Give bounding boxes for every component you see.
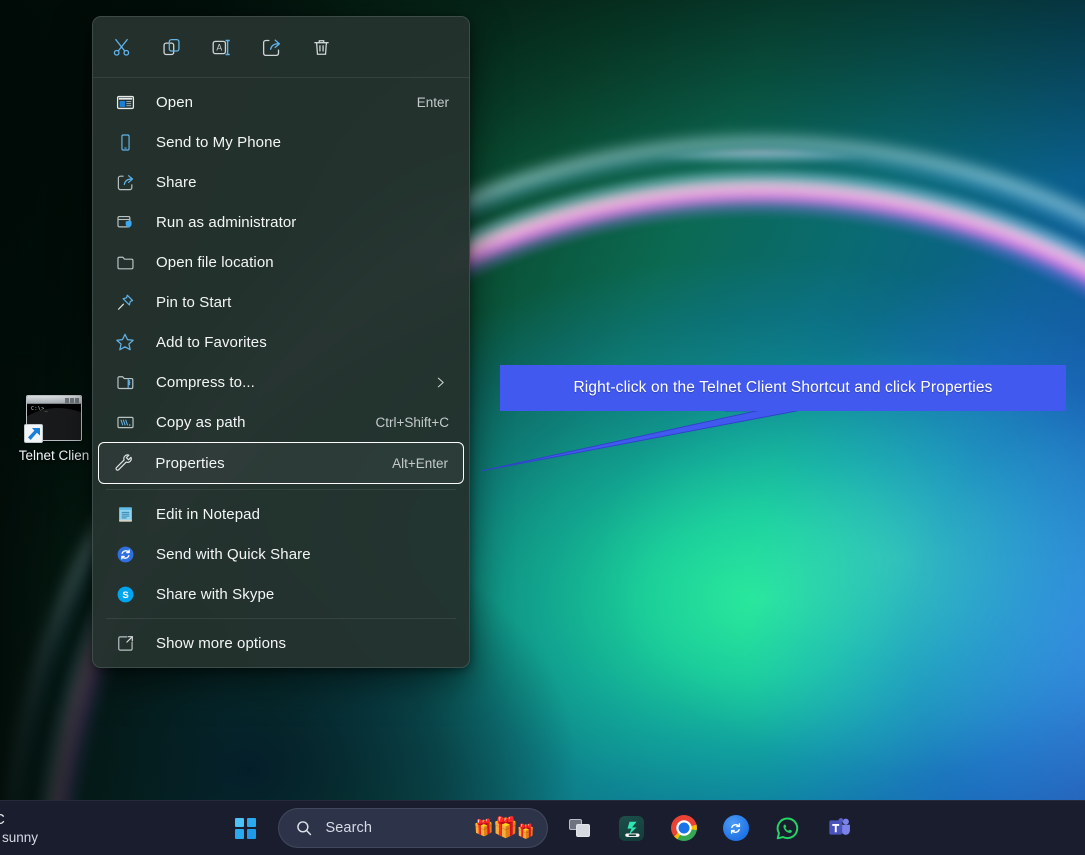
terminal-prompt-text: C:\>_ xyxy=(31,406,49,412)
menu-item-label: Add to Favorites xyxy=(156,333,267,351)
menu-item-pin-to-start[interactable]: Pin to Start xyxy=(98,282,464,322)
folder-icon xyxy=(114,251,136,273)
delete-icon[interactable] xyxy=(301,28,341,66)
menu-item-open[interactable]: Open Enter xyxy=(98,82,464,122)
taskbar[interactable]: C stly sunny Search 🎁 🎁 🎁 xyxy=(0,800,1085,855)
search-icon xyxy=(295,819,313,837)
teams-glyph xyxy=(827,815,853,841)
star-icon xyxy=(114,331,136,353)
share-icon[interactable] xyxy=(251,28,291,66)
svg-text:A: A xyxy=(216,42,222,52)
context-menu[interactable]: A Open Enter Send to My Phone Share Run … xyxy=(92,16,470,668)
context-menu-group-more: Show more options xyxy=(93,619,469,667)
notepad-icon xyxy=(114,503,136,525)
clipchamp-icon[interactable] xyxy=(612,808,652,848)
chrome-glyph xyxy=(670,815,697,841)
copy-path-icon xyxy=(114,411,136,433)
gift-icon-blue: 🎁 xyxy=(517,823,535,839)
menu-item-label: Compress to... xyxy=(156,373,255,391)
menu-item-edit-in-notepad[interactable]: Edit in Notepad xyxy=(98,494,464,534)
menu-item-label: Open xyxy=(156,93,194,111)
shortcut-arrow-icon xyxy=(24,424,43,443)
weather-description: stly sunny xyxy=(0,830,39,845)
menu-item-add-to-favorites[interactable]: Add to Favorites xyxy=(98,322,464,362)
clipchamp-glyph xyxy=(619,815,644,841)
menu-item-accelerator: Ctrl+Shift+C xyxy=(375,414,449,430)
menu-item-accelerator: Alt+Enter xyxy=(392,455,448,471)
menu-item-properties[interactable]: Properties Alt+Enter xyxy=(98,442,464,484)
menu-item-compress-to[interactable]: Compress to... xyxy=(98,362,464,402)
menu-item-accelerator: Enter xyxy=(416,94,449,110)
menu-item-label: Share with Skype xyxy=(156,585,275,603)
quick-share-icon xyxy=(114,543,136,565)
menu-item-label: Send to My Phone xyxy=(156,133,282,151)
open-window-icon xyxy=(114,91,136,113)
menu-item-share-with-skype[interactable]: S Share with Skype xyxy=(98,574,464,614)
menu-item-share[interactable]: Share xyxy=(98,162,464,202)
weather-widget[interactable]: C stly sunny xyxy=(0,801,86,855)
callout-box: Right-click on the Telnet Client Shortcu… xyxy=(500,365,1066,411)
pin-icon xyxy=(114,291,136,313)
context-menu-group-apps: Edit in Notepad Send with Quick Share S … xyxy=(93,490,469,618)
search-input[interactable]: Search 🎁 🎁 🎁 xyxy=(277,808,548,848)
taskbar-center-cluster: Search 🎁 🎁 🎁 xyxy=(226,808,860,848)
context-menu-toolbar: A xyxy=(93,17,469,77)
phone-icon xyxy=(114,131,136,153)
cut-icon[interactable] xyxy=(101,28,141,66)
menu-item-label: Open file location xyxy=(156,253,274,271)
wrench-icon xyxy=(113,452,135,474)
menu-item-label: Edit in Notepad xyxy=(156,505,261,523)
menu-item-label: Run as administrator xyxy=(156,213,297,231)
teams-icon[interactable] xyxy=(820,808,860,848)
quick-share-glyph xyxy=(722,815,749,841)
start-button[interactable] xyxy=(226,808,266,848)
menu-item-label: Send with Quick Share xyxy=(156,545,311,563)
compress-folder-icon xyxy=(114,371,136,393)
menu-item-show-more-options[interactable]: Show more options xyxy=(98,623,464,663)
chevron-right-icon xyxy=(434,376,453,389)
whatsapp-icon[interactable] xyxy=(768,808,808,848)
menu-item-label: Share xyxy=(156,173,197,191)
task-view-icon[interactable] xyxy=(560,808,600,848)
whatsapp-glyph xyxy=(775,815,801,841)
windows-logo-icon xyxy=(235,817,256,839)
svg-text:S: S xyxy=(122,589,128,600)
shield-admin-icon xyxy=(114,211,136,233)
show-more-icon xyxy=(114,632,136,654)
chrome-icon[interactable] xyxy=(664,808,704,848)
desktop-icon-telnet-client[interactable]: C:\>_ Telnet Clien xyxy=(8,395,100,464)
menu-item-label: Properties xyxy=(155,454,225,472)
task-view-glyph xyxy=(568,818,591,838)
terminal-titlebar xyxy=(27,396,81,404)
search-placeholder-text: Search xyxy=(325,820,373,836)
copy-icon[interactable] xyxy=(151,28,191,66)
gift-icon-green: 🎁 xyxy=(473,819,495,838)
gift-icon-red: 🎁 xyxy=(493,817,519,839)
context-menu-group-main: Open Enter Send to My Phone Share Run as… xyxy=(93,78,469,489)
menu-item-send-with-quick-share[interactable]: Send with Quick Share xyxy=(98,534,464,574)
weather-temperature: C xyxy=(0,811,86,829)
menu-item-label: Show more options xyxy=(156,634,287,652)
callout-text: Right-click on the Telnet Client Shortcu… xyxy=(573,379,993,396)
rename-icon[interactable]: A xyxy=(201,28,241,66)
menu-item-copy-as-path[interactable]: Copy as path Ctrl+Shift+C xyxy=(98,402,464,442)
menu-item-label: Copy as path xyxy=(156,413,246,431)
skype-icon: S xyxy=(114,583,136,605)
menu-item-label: Pin to Start xyxy=(156,293,232,311)
icon-graphic-wrap: C:\>_ xyxy=(24,395,83,443)
menu-item-run-as-administrator[interactable]: Run as administrator xyxy=(98,202,464,242)
gift-emoji-group: 🎁 🎁 🎁 xyxy=(474,818,536,838)
quick-share-icon[interactable] xyxy=(716,808,756,848)
desktop-icon-label: Telnet Clien xyxy=(18,448,90,463)
share-arrow-icon xyxy=(114,171,136,193)
menu-item-open-file-location[interactable]: Open file location xyxy=(98,242,464,282)
menu-item-send-to-my-phone[interactable]: Send to My Phone xyxy=(98,122,464,162)
